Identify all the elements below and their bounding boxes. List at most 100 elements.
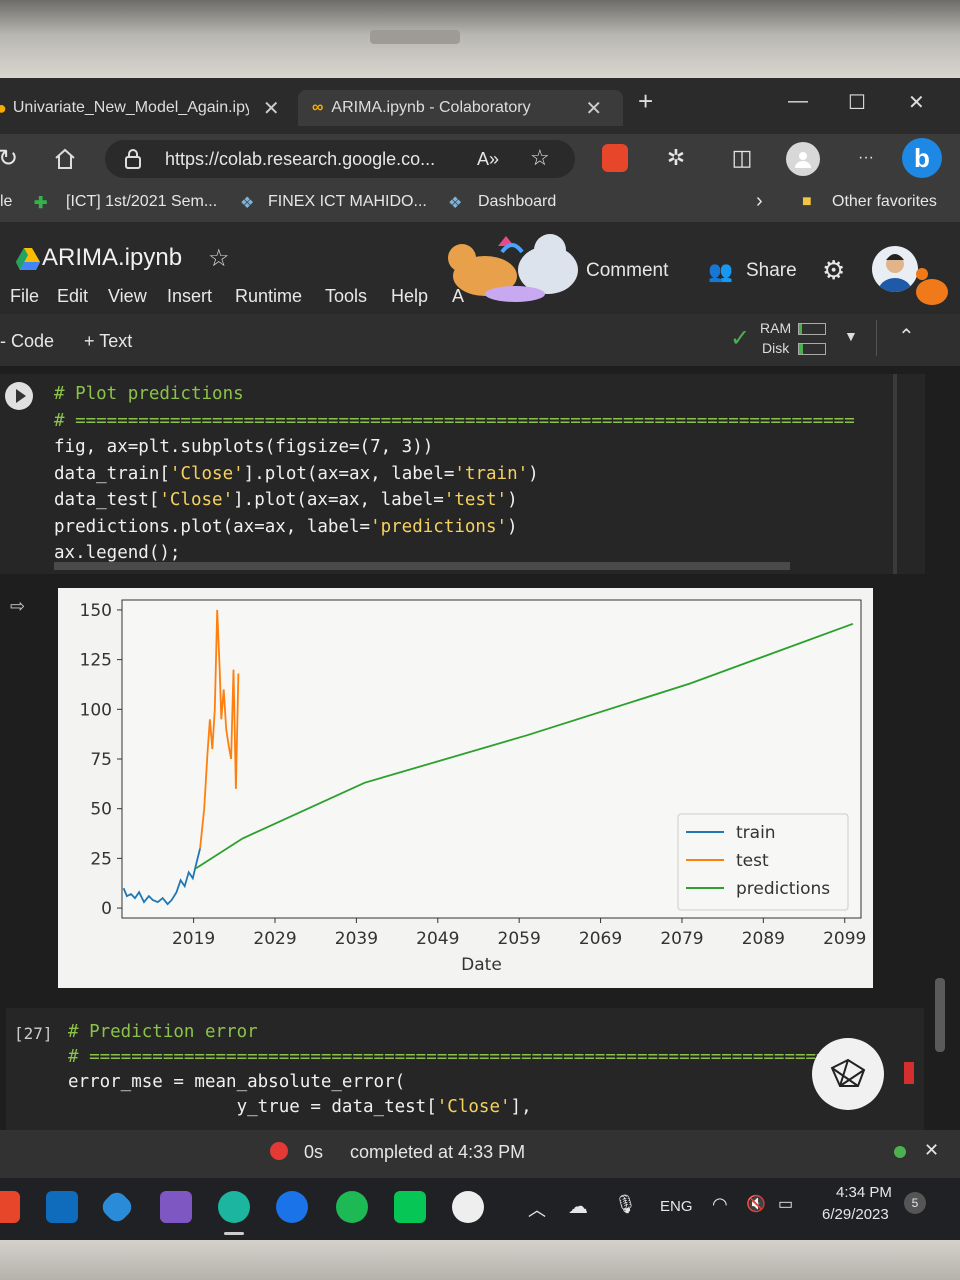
menu-tools[interactable]: Tools — [325, 286, 367, 307]
clock-time[interactable]: 4:34 PM — [836, 1184, 892, 1201]
collapse-header-icon[interactable]: ⌃ — [898, 324, 915, 349]
error-status-icon — [270, 1142, 288, 1160]
star-notebook-icon[interactable]: ☆ — [208, 244, 230, 273]
battery-icon[interactable]: ▭ — [778, 1194, 793, 1214]
copilot-icon[interactable] — [98, 1188, 136, 1226]
maximize-button[interactable]: ☐ — [848, 90, 866, 115]
close-tab-icon[interactable]: ✕ — [585, 96, 602, 121]
monitor-webcam — [370, 30, 460, 44]
add-code-button[interactable]: - Code — [0, 331, 54, 352]
menu-file[interactable]: File — [10, 286, 39, 307]
profile-avatar[interactable] — [786, 142, 820, 176]
output-icon[interactable]: ⇨ — [10, 596, 25, 617]
onedrive-icon[interactable]: ☁ — [568, 1194, 588, 1219]
speaker-muted-icon[interactable]: 🔇 — [746, 1194, 766, 1214]
gemini-assistant-button[interactable] — [812, 1038, 884, 1110]
favorite-dashboard[interactable]: Dashboard — [478, 193, 556, 211]
add-text-button[interactable]: + Text — [84, 331, 132, 352]
code-line: # ======================================… — [54, 411, 855, 431]
tab-arima[interactable]: ∞ ARIMA.ipynb - Colaboratory ✕ — [298, 90, 623, 126]
favorites-bar: le ✚ [ICT] 1st/2021 Sem... ❖ FINEX ICT M… — [0, 184, 960, 223]
brave-shield-icon[interactable] — [602, 144, 628, 172]
connected-status-icon — [894, 1146, 906, 1158]
code-token: 'Close' — [436, 1097, 511, 1117]
monitor-bezel-top — [0, 0, 960, 78]
read-aloud-icon[interactable]: A» — [477, 149, 499, 170]
close-tab-icon[interactable]: ✕ — [263, 96, 280, 121]
notebook-title[interactable]: ARIMA.ipynb — [42, 244, 182, 272]
folder-icon: ■ — [802, 193, 812, 210]
spotify-icon[interactable] — [336, 1191, 368, 1223]
favorite-ict[interactable]: [ICT] 1st/2021 Sem... — [66, 193, 217, 211]
run-cell-button[interactable] — [5, 382, 33, 410]
more-menu-icon[interactable]: ··· — [852, 144, 880, 172]
minimize-button[interactable]: — — [788, 90, 808, 113]
x-axis-label: Date — [461, 955, 502, 975]
new-tab-button[interactable]: + — [638, 86, 653, 117]
language-indicator[interactable]: ENG — [660, 1198, 693, 1215]
close-status-icon[interactable]: ✕ — [924, 1140, 939, 1161]
favorite-item[interactable]: le — [0, 193, 12, 211]
code-token: # Prediction error — [68, 1022, 258, 1042]
share-button[interactable]: Share — [746, 260, 797, 282]
code-cell-plot[interactable]: # Plot predictions # ====================… — [0, 374, 925, 574]
notebook-scrollbar[interactable] — [935, 978, 945, 1052]
comment-button[interactable]: Comment — [586, 260, 668, 282]
code-token: 'Close' — [169, 463, 244, 484]
execution-status: 0s completed at 4:33 PM ✕ — [0, 1130, 960, 1178]
split-screen-icon[interactable]: ◫ — [728, 144, 756, 172]
clock-date[interactable]: 6/29/2023 — [822, 1206, 889, 1223]
close-window-button[interactable]: ✕ — [908, 90, 925, 115]
x-tick-label: 2099 — [823, 929, 866, 949]
line-icon[interactable] — [394, 1191, 426, 1223]
chevron-right-icon[interactable]: › — [756, 190, 763, 213]
menu-help[interactable]: Help — [391, 286, 428, 307]
monitor-bezel-bottom — [0, 1240, 960, 1280]
code-line: data_train['Close'].plot(ax=ax, label='t… — [54, 464, 539, 484]
star-favorite-icon[interactable]: ☆ — [530, 145, 550, 171]
x-tick-label: 2029 — [253, 929, 296, 949]
code-token: 'train' — [454, 463, 529, 484]
home-icon[interactable] — [50, 144, 80, 174]
horizontal-scrollbar[interactable] — [54, 562, 790, 570]
menu-view[interactable]: View — [108, 286, 147, 307]
y-tick-label: 150 — [80, 601, 112, 621]
obs-icon[interactable] — [452, 1191, 484, 1223]
bing-chat-icon[interactable]: b — [902, 138, 942, 178]
colab-header: ARIMA.ipynb ☆ File Edit View Insert Runt… — [0, 222, 960, 314]
tab-univariate[interactable]: ● Univariate_New_Model_Again.ipy ✕ — [0, 90, 290, 126]
other-favorites[interactable]: Other favorites — [832, 193, 937, 211]
y-tick-label: 0 — [101, 899, 112, 919]
refresh-icon[interactable]: ↻ — [0, 144, 22, 172]
outlook-icon[interactable] — [46, 1191, 78, 1223]
microphone-icon[interactable]: 🎙 — [614, 1194, 637, 1215]
gear-icon[interactable]: ⚙ — [822, 255, 845, 286]
code-token: 'Close' — [159, 490, 234, 510]
webex-icon[interactable] — [276, 1191, 308, 1223]
code-token: ].plot(ax=ax, label= — [233, 490, 444, 510]
visual-studio-icon[interactable] — [160, 1191, 192, 1223]
active-app-indicator — [224, 1232, 244, 1235]
code-token: ], — [510, 1097, 532, 1117]
app-icon[interactable] — [0, 1191, 20, 1223]
url-bar[interactable]: https://colab.research.google.co... A» ☆ — [105, 140, 575, 178]
notebook-toolbar: - Code + Text ✓ RAM Disk ▼ ⌃ — [0, 314, 960, 367]
extensions-icon[interactable]: ✲ — [662, 144, 690, 172]
cell-scrollbar[interactable] — [893, 374, 897, 574]
tab-label: Univariate_New_Model_Again.ipy — [12, 99, 249, 116]
code-line: # ======================================… — [68, 1047, 827, 1067]
wifi-icon[interactable]: ◠ — [712, 1194, 728, 1215]
x-tick-label: 2089 — [742, 929, 785, 949]
chevron-up-icon[interactable]: ︿ — [528, 1196, 546, 1222]
menu-edit[interactable]: Edit — [57, 286, 88, 307]
notification-badge[interactable]: 5 — [904, 1192, 926, 1214]
code-token: # Plot predictions — [54, 384, 244, 404]
resources-dropdown-icon[interactable]: ▼ — [844, 328, 858, 344]
windows-taskbar: ︿ ☁ 🎙 ENG ◠ 🔇 ▭ 4:34 PM 6/29/2023 5 — [0, 1178, 960, 1240]
edge-icon[interactable] — [218, 1191, 250, 1223]
tab-favicon-icon: ● — [0, 97, 7, 118]
favorite-finex[interactable]: FINEX ICT MAHIDO... — [268, 193, 427, 211]
menu-runtime[interactable]: Runtime — [235, 286, 302, 307]
menu-insert[interactable]: Insert — [167, 286, 212, 307]
ram-label: RAM — [760, 320, 792, 336]
